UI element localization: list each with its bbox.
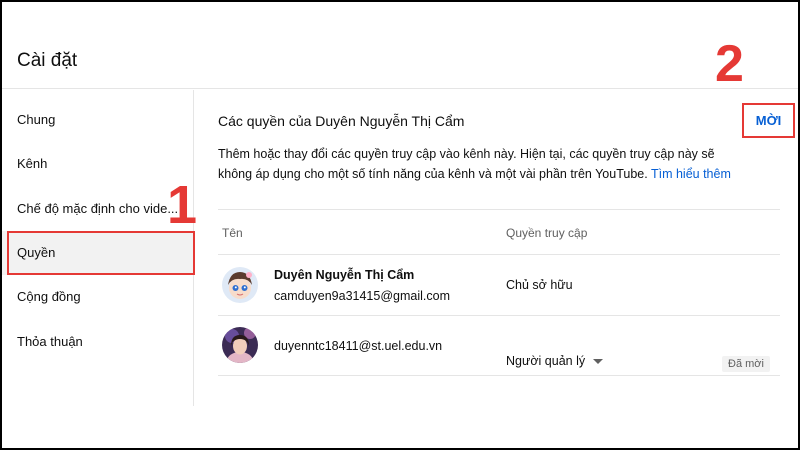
avatar: [222, 327, 258, 363]
status-badge: Đã mời: [722, 356, 770, 372]
chevron-down-icon: [593, 358, 604, 364]
sidebar-item-upload-defaults[interactable]: Chế độ mặc định cho vide...: [2, 187, 180, 231]
invite-button[interactable]: MỜI: [742, 103, 795, 138]
sidebar-item-community[interactable]: Cộng đồng: [2, 275, 194, 319]
table-row: duyenntc18411@st.uel.edu.vn Người quản l…: [218, 270, 780, 372]
settings-header: Cài đặt: [2, 2, 798, 89]
table-divider: [218, 375, 780, 376]
annotation-step-2: 2: [715, 35, 744, 93]
member-email: duyenntc18411@st.uel.edu.vn: [274, 339, 443, 353]
table-divider: [218, 254, 780, 255]
role-dropdown[interactable]: Người quản lý: [506, 354, 604, 368]
learn-more-link[interactable]: Tìm hiểu thêm: [651, 167, 731, 181]
role-dropdown-value: Người quản lý: [506, 354, 586, 368]
column-header-access: Quyền truy cập: [506, 226, 588, 240]
permissions-title: Các quyền của Duyên Nguyễn Thị Cẩm: [218, 113, 465, 129]
column-header-name: Tên: [222, 226, 243, 240]
sidebar-item-permissions[interactable]: Quyền: [2, 231, 194, 275]
page-title: Cài đặt: [17, 50, 78, 71]
sidebar-item-general[interactable]: Chung: [2, 98, 194, 142]
annotation-step-1: 1: [167, 175, 198, 235]
permissions-description: Thêm hoặc thay đổi các quyền truy cập và…: [218, 144, 748, 184]
settings-window: Cài đặt Chung Kênh Chế độ mặc định cho v…: [2, 2, 798, 448]
sidebar-item-channel[interactable]: Kênh: [2, 142, 194, 186]
sidebar-item-agreements[interactable]: Thỏa thuận: [2, 320, 194, 364]
table-divider: [218, 209, 780, 210]
settings-sidebar: Chung Kênh Chế độ mặc định cho vide... Q…: [2, 90, 194, 406]
description-text: Thêm hoặc thay đổi các quyền truy cập và…: [218, 147, 715, 181]
